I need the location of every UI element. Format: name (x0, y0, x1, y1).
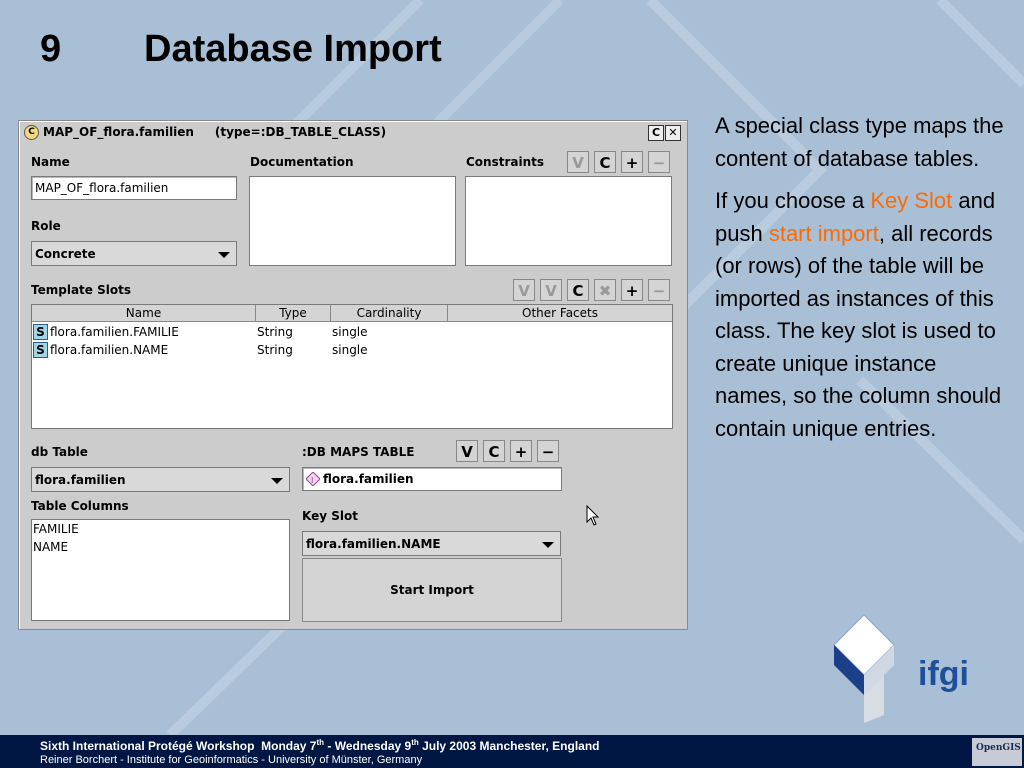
table-columns-list[interactable]: FAMILIE NAME (31, 519, 290, 621)
slot-icon: S (33, 324, 48, 340)
add-slot-button[interactable]: + (621, 279, 643, 301)
window-titlebar: C MAP_OF_flora.familien (type=:DB_TABLE_… (22, 123, 682, 143)
text-run: , all records (or rows) of the table wil… (715, 220, 1002, 441)
explanation-paragraph-1: A special class type maps the content of… (715, 113, 1004, 171)
table-header: Name Type Cardinality Other Facets (32, 305, 672, 322)
window-title: MAP_OF_flora.familien (type=:DB_TABLE_CL… (43, 125, 387, 139)
svg-text:I: I (311, 476, 313, 485)
ifgi-logo-icon (833, 615, 895, 723)
footer-line-2: Reiner Borchert - Institute for Geoinfor… (40, 754, 423, 766)
highlight-key-slot: Key Slot (870, 188, 953, 213)
key-slot-label: Key Slot (302, 509, 358, 523)
name-value: MAP_OF_flora.familien (35, 181, 169, 195)
remove-constraint-button[interactable]: − (648, 151, 670, 173)
list-item[interactable]: NAME (33, 540, 68, 554)
table-columns-label: Table Columns (31, 499, 129, 513)
table-row[interactable]: S flora.familien.NAME String single (32, 341, 672, 359)
mouse-cursor-icon (586, 505, 600, 526)
role-value: Concrete (35, 247, 96, 261)
slot-type: String (257, 343, 293, 357)
name-field[interactable]: MAP_OF_flora.familien (31, 176, 237, 200)
text-run: If you choose a (715, 188, 871, 213)
footer-bar: Sixth International Protégé Workshop Mon… (0, 735, 1024, 768)
slot-cardinality: single (332, 343, 368, 357)
start-import-button[interactable]: Start Import (302, 558, 562, 622)
text-run: July 2003 Manchester, England (418, 739, 600, 753)
instance-icon: I (306, 472, 320, 486)
highlight-start-import: start import (768, 220, 879, 246)
slide-number: 9 (40, 28, 62, 70)
documentation-label: Documentation (250, 155, 354, 169)
text-run: Sixth International Protégé Workshop Mon… (40, 739, 317, 753)
slot-icon: S (33, 342, 48, 358)
opengis-logo-text: OpenGIS (976, 743, 1021, 753)
name-label: Name (31, 155, 70, 169)
role-label: Role (31, 219, 61, 233)
footer-line-1: Sixth International Protégé Workshop Mon… (40, 738, 600, 753)
view-constraint-button[interactable]: V (567, 151, 589, 173)
role-select[interactable]: Concrete (31, 241, 237, 266)
create-maps-table-button[interactable]: C (483, 440, 505, 462)
explanation-paragraph-2: If you choose a Key Slot and push start … (715, 185, 1005, 445)
db-maps-table-label: :DB MAPS TABLE (302, 445, 415, 459)
create-slot-button[interactable]: C (567, 279, 589, 301)
db-table-value: flora.familien (35, 473, 126, 487)
add-constraint-button[interactable]: + (621, 151, 643, 173)
opengis-logo: OpenGIS (972, 738, 1022, 766)
chevron-down-icon (542, 542, 554, 548)
superscript: th (411, 738, 419, 747)
db-maps-table-field[interactable]: I flora.familien (302, 467, 562, 491)
chevron-down-icon (218, 252, 230, 258)
key-slot-select[interactable]: flora.familien.NAME (302, 531, 561, 556)
slot-name: flora.familien.FAMILIE (50, 325, 179, 339)
constraints-label: Constraints (466, 155, 545, 169)
constraints-field[interactable] (465, 176, 672, 266)
table-row[interactable]: S flora.familien.FAMILIE String single (32, 323, 672, 341)
superscript: th (316, 738, 325, 747)
slot-name: flora.familien.NAME (50, 343, 169, 357)
create-constraint-button[interactable]: C (594, 151, 616, 173)
chevron-down-icon (271, 478, 283, 484)
column-header-cardinality[interactable]: Cardinality (331, 305, 448, 321)
slot-type: String (257, 325, 293, 339)
key-slot-value: flora.familien.NAME (306, 537, 441, 551)
class-menu-button[interactable]: C (648, 125, 664, 141)
class-editor-window: C MAP_OF_flora.familien (type=:DB_TABLE_… (18, 120, 688, 630)
remove-slot-override-icon[interactable]: ✖ (594, 279, 616, 301)
text-run: - Wednesday 9 (324, 739, 412, 753)
view-maps-table-button[interactable]: V (456, 440, 478, 462)
slide-heading: Database Import (144, 28, 442, 70)
class-icon: C (24, 125, 39, 140)
column-header-other-facets[interactable]: Other Facets (448, 305, 672, 321)
slide-title: 9 Database Import (40, 28, 442, 71)
ifgi-logo-text: ifgi (918, 655, 969, 693)
remove-maps-table-button[interactable]: − (537, 440, 559, 462)
documentation-field[interactable] (249, 176, 456, 266)
view-slot-button[interactable]: V (513, 279, 535, 301)
remove-slot-button[interactable]: − (648, 279, 670, 301)
add-maps-table-button[interactable]: + (510, 440, 532, 462)
column-header-type[interactable]: Type (256, 305, 331, 321)
column-header-name[interactable]: Name (32, 305, 256, 321)
template-slots-table: Name Type Cardinality Other Facets S flo… (31, 304, 673, 429)
db-table-label: db Table (31, 445, 88, 459)
slot-cardinality: single (332, 325, 368, 339)
explanation-text: A special class type maps the content of… (715, 110, 1005, 455)
db-maps-table-value: flora.familien (323, 472, 414, 486)
close-icon[interactable]: ✕ (665, 125, 681, 141)
db-table-select[interactable]: flora.familien (31, 467, 290, 492)
view-slot-at-class-button[interactable]: V (540, 279, 562, 301)
template-slots-label: Template Slots (31, 283, 131, 297)
list-item[interactable]: FAMILIE (33, 522, 79, 536)
